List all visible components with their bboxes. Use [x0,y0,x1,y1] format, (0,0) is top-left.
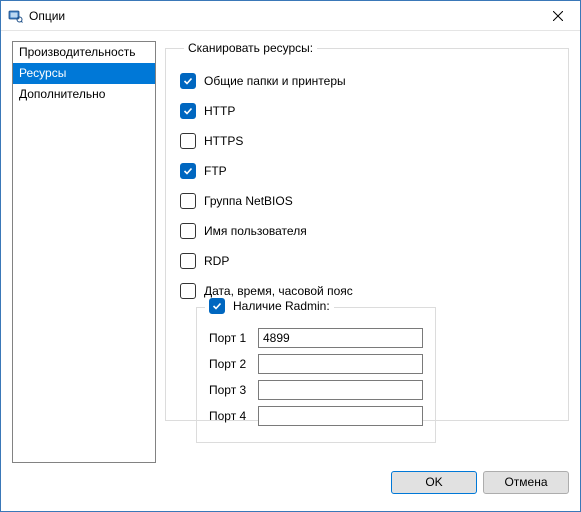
option-label: Группа NetBIOS [204,194,293,208]
checkmark-icon [183,166,193,176]
port-input-3[interactable] [258,380,423,400]
checkbox-option-1[interactable] [180,103,196,119]
close-icon [553,11,563,21]
option-row: HTTP [180,103,554,119]
checkmark-icon [183,76,193,86]
option-label: HTTP [204,104,235,118]
port-input-4[interactable] [258,406,423,426]
ok-button[interactable]: OK [391,471,477,494]
checkmark-icon [183,106,193,116]
option-row: FTP [180,163,554,179]
sidebar-item-resources[interactable]: Ресурсы [13,63,155,84]
option-label: Имя пользователя [204,224,307,238]
port-input-2[interactable] [258,354,423,374]
option-row: HTTPS [180,133,554,149]
port-label: Порт 3 [209,383,258,397]
checkbox-radmin[interactable] [209,298,225,314]
sidebar: Производительность Ресурсы Дополнительно [12,41,156,463]
option-label: Дата, время, часовой пояс [204,284,353,298]
sidebar-item-performance[interactable]: Производительность [13,42,155,63]
option-row: Дата, время, часовой пояс [180,283,554,299]
titlebar: Опции [1,1,580,31]
cancel-button[interactable]: Отмена [483,471,569,494]
sidebar-item-label: Дополнительно [19,87,105,101]
radmin-subgroup: Наличие Radmin: Порт 1Порт 2Порт 3Порт 4 [196,307,436,443]
option-row: RDP [180,253,554,269]
sidebar-item-label: Ресурсы [19,66,66,80]
option-row: Имя пользователя [180,223,554,239]
group-legend: Сканировать ресурсы: [184,41,317,55]
option-label: FTP [204,164,227,178]
sidebar-item-advanced[interactable]: Дополнительно [13,84,155,105]
port-row: Порт 3 [209,380,423,400]
option-label: Общие папки и принтеры [204,74,346,88]
option-row: Общие папки и принтеры [180,73,554,89]
option-label: HTTPS [204,134,243,148]
app-icon [7,8,23,24]
checkbox-option-5[interactable] [180,223,196,239]
close-button[interactable] [535,1,580,31]
port-row: Порт 4 [209,406,423,426]
checkmark-icon [212,301,222,311]
option-row: Группа NetBIOS [180,193,554,209]
checkbox-option-0[interactable] [180,73,196,89]
port-label: Порт 2 [209,357,258,371]
checkbox-option-3[interactable] [180,163,196,179]
radmin-label: Наличие Radmin: [233,299,330,313]
content-area: Производительность Ресурсы Дополнительно… [1,31,580,463]
main-panel: Сканировать ресурсы: Общие папки и принт… [156,41,569,463]
port-row: Порт 2 [209,354,423,374]
sidebar-item-label: Производительность [19,45,135,59]
port-label: Порт 1 [209,331,258,345]
port-label: Порт 4 [209,409,258,423]
port-row: Порт 1 [209,328,423,348]
scan-resources-group: Сканировать ресурсы: Общие папки и принт… [165,41,569,421]
checkbox-option-4[interactable] [180,193,196,209]
window-title: Опции [29,9,535,23]
checkbox-option-6[interactable] [180,253,196,269]
checkbox-option-7[interactable] [180,283,196,299]
port-input-1[interactable] [258,328,423,348]
checkbox-option-2[interactable] [180,133,196,149]
footer: OK Отмена [1,463,580,501]
option-label: RDP [204,254,229,268]
